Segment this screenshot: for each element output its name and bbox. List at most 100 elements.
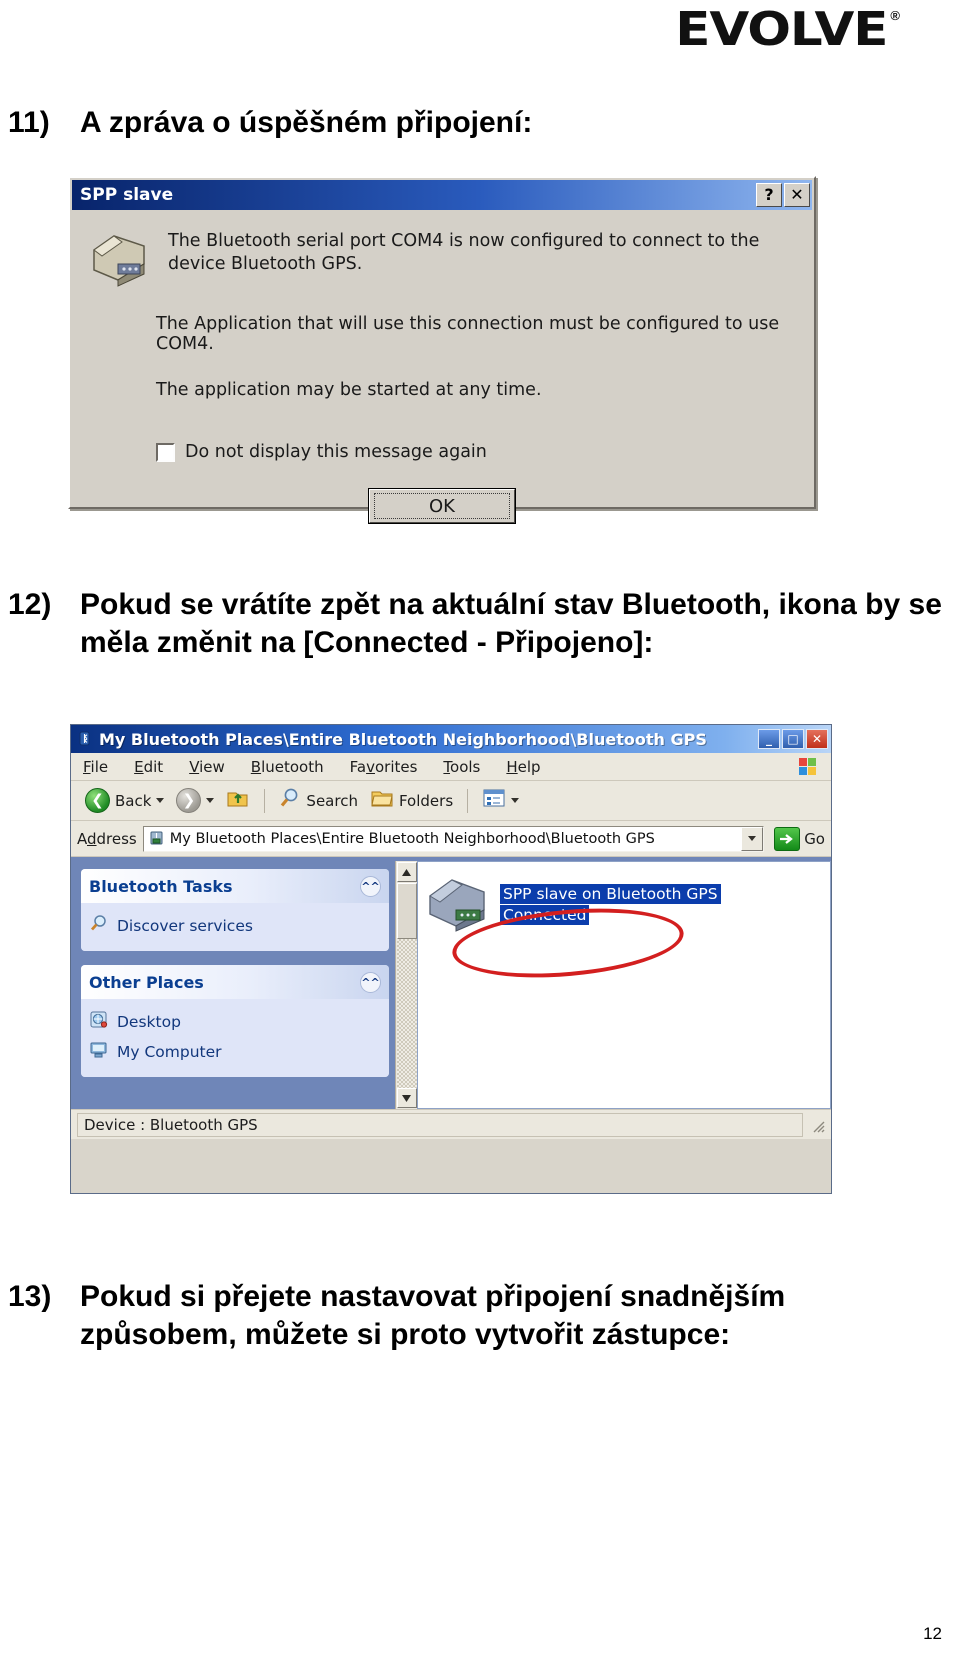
step-11-text: A zpráva o úspěšném připojení:: [80, 106, 533, 139]
address-bar: Address My Bluetooth Places\Entire Bluet…: [71, 821, 831, 857]
menu-item-favorites[interactable]: Favorites: [350, 758, 418, 776]
windows-flag-icon: [793, 755, 823, 779]
panel-other-places-body: Desktop My Computer: [81, 999, 389, 1077]
brand-logo: EVOLVE ®: [675, 6, 900, 52]
back-arrow-icon: ❮: [85, 788, 110, 813]
file-list-scrollbar[interactable]: [395, 861, 417, 1109]
bluetooth-places-icon: [148, 830, 165, 847]
panel-other-places-title: Other Places: [89, 972, 204, 992]
back-button-label: Back: [115, 791, 152, 810]
window-title: My Bluetooth Places\Entire Bluetooth Nei…: [99, 729, 707, 749]
forward-button[interactable]: ❯: [172, 786, 218, 815]
scroll-down-button[interactable]: [396, 1088, 417, 1108]
help-button[interactable]: ?: [756, 183, 782, 207]
bluetooth-places-explorer-window: My Bluetooth Places\Entire Bluetooth Nei…: [70, 724, 832, 1194]
close-icon[interactable]: ✕: [784, 183, 810, 207]
resize-grip-icon[interactable]: [809, 1117, 825, 1133]
bluetooth-places-icon: [76, 731, 93, 748]
panel-bluetooth-tasks-body: Discover services: [81, 903, 389, 951]
scrollbar-thumb[interactable]: [396, 883, 417, 939]
task-discover-services-label: Discover services: [117, 917, 253, 935]
status-bar-text: Device : Bluetooth GPS: [77, 1112, 803, 1137]
window-title-bar[interactable]: My Bluetooth Places\Entire Bluetooth Nei…: [71, 725, 831, 753]
menu-item-file[interactable]: File: [83, 758, 108, 776]
step-13-number: 13): [8, 1280, 52, 1313]
place-my-computer[interactable]: My Computer: [89, 1037, 383, 1067]
chevron-down-icon: [748, 836, 757, 841]
views-icon: [482, 788, 506, 814]
search-icon: [89, 914, 108, 938]
search-icon: [279, 787, 301, 814]
step-12-number: 12): [8, 588, 52, 621]
views-button[interactable]: [478, 786, 523, 816]
minimize-icon[interactable]: _: [758, 729, 780, 749]
menu-bar: File Edit View Bluetooth Favorites Tools…: [71, 753, 831, 781]
menu-item-edit[interactable]: Edit: [134, 758, 163, 776]
step-13: 13) Pokud si přejete nastavovat připojen…: [8, 1278, 948, 1355]
scroll-up-button[interactable]: [396, 862, 417, 882]
address-input[interactable]: My Bluetooth Places\Entire Bluetooth Nei…: [142, 825, 765, 852]
up-button[interactable]: [222, 785, 254, 817]
serial-port-plug-icon: [426, 874, 492, 937]
dialog-message-3: The application may be started at any ti…: [156, 380, 542, 400]
up-folder-icon: [226, 787, 250, 815]
menu-item-help[interactable]: Help: [506, 758, 540, 776]
close-icon[interactable]: ✕: [806, 729, 828, 749]
panel-other-places-header[interactable]: Other Places ^^: [81, 965, 389, 999]
scrollbar-track[interactable]: [396, 939, 417, 1088]
ok-button-label: OK: [374, 493, 510, 519]
page-number: 12: [923, 1624, 942, 1643]
go-arrow-icon: [774, 826, 801, 851]
search-button-label: Search: [306, 791, 358, 810]
place-desktop[interactable]: Desktop: [89, 1007, 383, 1037]
dialog-title: SPP slave: [80, 185, 174, 205]
toolbar-separator: [264, 788, 266, 813]
file-list[interactable]: SPP slave on Bluetooth GPS Connected: [417, 861, 831, 1109]
step-13-text: Pokud si přejete nastavovat připojení sn…: [80, 1280, 786, 1352]
panel-bluetooth-tasks-header[interactable]: Bluetooth Tasks ^^: [81, 869, 389, 903]
step-12-text: Pokud se vrátíte zpět na aktuální stav B…: [80, 588, 942, 660]
go-button[interactable]: Go: [770, 826, 825, 851]
back-button[interactable]: ❮ Back: [81, 786, 168, 815]
address-dropdown-button[interactable]: [741, 826, 764, 851]
task-discover-services[interactable]: Discover services: [89, 911, 383, 941]
step-11-number: 11): [8, 106, 50, 139]
step-12: 12) Pokud se vrátíte zpět na aktuální st…: [8, 586, 948, 663]
list-item[interactable]: SPP slave on Bluetooth GPS Connected: [418, 862, 830, 937]
menu-item-view[interactable]: View: [189, 758, 225, 776]
dialog-title-bar[interactable]: SPP slave ? ✕: [72, 180, 812, 210]
folders-button[interactable]: Folders: [366, 786, 457, 816]
panel-bluetooth-tasks: Bluetooth Tasks ^^ Discover services: [81, 869, 389, 951]
brand-logo-text: EVOLVE: [675, 2, 888, 56]
menu-item-bluetooth[interactable]: Bluetooth: [251, 758, 324, 776]
dialog-message-2: The Application that will use this conne…: [156, 314, 780, 354]
my-computer-icon: [89, 1040, 108, 1064]
chevron-down-icon[interactable]: [511, 798, 520, 803]
chevron-down-icon[interactable]: [206, 798, 215, 803]
ok-button[interactable]: OK: [368, 488, 516, 524]
desktop-icon: [89, 1010, 108, 1034]
list-item-status: Connected: [500, 905, 590, 925]
panel-bluetooth-tasks-title: Bluetooth Tasks: [89, 876, 233, 896]
address-value: My Bluetooth Places\Entire Bluetooth Nei…: [169, 830, 655, 847]
serial-port-plug-icon: [84, 228, 154, 292]
chevron-up-icon[interactable]: ^^: [360, 971, 381, 993]
spp-slave-dialog: SPP slave ? ✕ The Bluetooth serial port …: [68, 176, 816, 524]
step-11: 11) A zpráva o úspěšném připojení:: [8, 104, 532, 142]
go-button-label: Go: [804, 829, 825, 848]
list-item-name: SPP slave on Bluetooth GPS: [500, 884, 721, 904]
maximize-icon[interactable]: □: [782, 729, 804, 749]
chevron-up-icon[interactable]: ^^: [360, 875, 381, 897]
chevron-down-icon[interactable]: [156, 798, 165, 803]
folders-button-label: Folders: [398, 791, 454, 810]
menu-item-tools[interactable]: Tools: [443, 758, 480, 776]
panel-other-places: Other Places ^^ Desktop My Computer: [81, 965, 389, 1077]
search-button[interactable]: Search: [275, 785, 362, 816]
do-not-display-checkbox[interactable]: [156, 442, 175, 462]
registered-trademark-icon: ®: [890, 8, 900, 23]
toolbar: ❮ Back ❯ Search Folders: [71, 781, 831, 821]
dialog-message-1: The Bluetooth serial port COM4 is now co…: [168, 231, 760, 275]
folder-icon: [370, 788, 394, 814]
do-not-display-checkbox-row[interactable]: Do not display this message again: [156, 442, 800, 462]
address-label: Address: [77, 829, 137, 848]
